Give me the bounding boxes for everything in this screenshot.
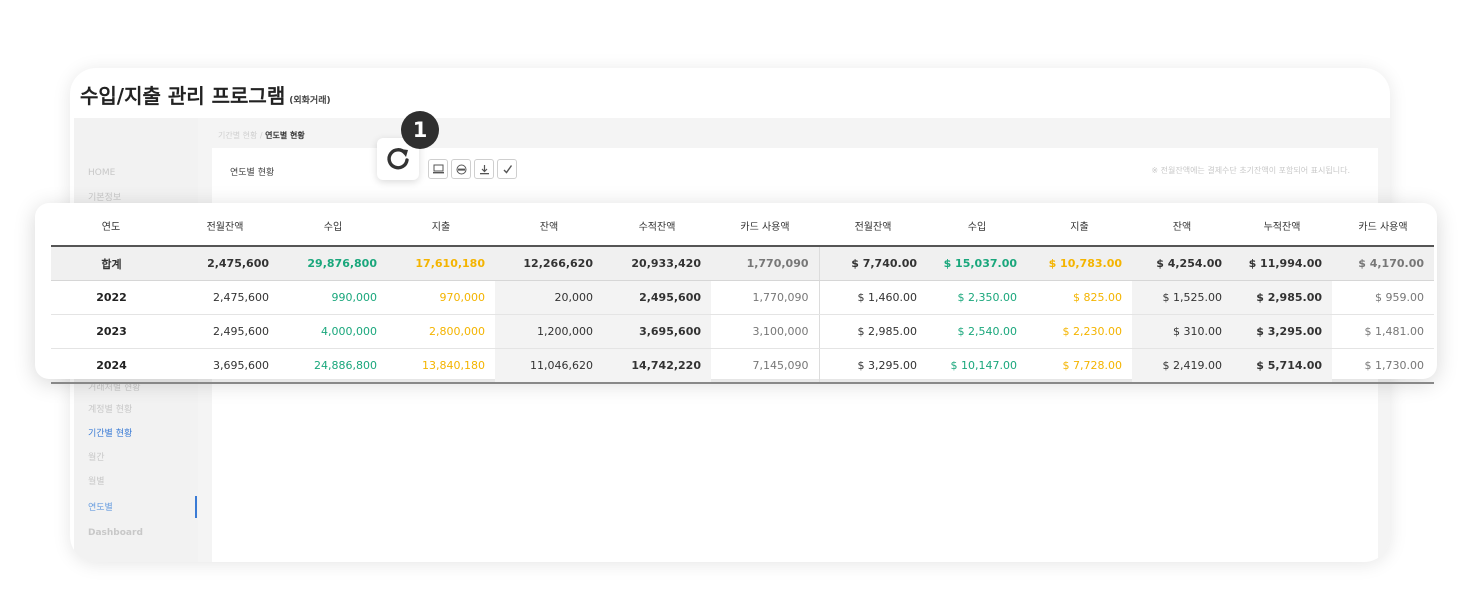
table-row: 2022 2,475,600 990,000 970,000 20,000 2,… [51,280,1434,315]
column-header: 지출 [387,206,495,247]
table-cell: $ 959.00 [1332,280,1434,315]
table-cell: $ 3,295.00 [1232,314,1332,349]
column-header: 전월잔액 [171,206,279,247]
sidebar-item-home[interactable]: HOME [88,168,115,178]
table-cell: 20,933,420 [603,246,711,281]
table-cell: $ 4,170.00 [1332,246,1434,281]
table-cell: 29,876,800 [279,246,387,281]
table-cell: $ 7,740.00 [818,246,927,281]
table-cell: $ 10,783.00 [1027,246,1132,281]
table-cell: 970,000 [387,280,495,315]
table-cell: 4,000,000 [279,314,387,349]
table-cell: $ 4,254.00 [1132,246,1232,281]
table-cell: $ 11,994.00 [1232,246,1332,281]
table-cell: $ 2,419.00 [1132,348,1232,384]
table-cell: 13,840,180 [387,348,495,384]
monitor-icon[interactable] [428,159,448,179]
table-row: 2024 3,695,600 24,886,800 13,840,180 11,… [51,348,1434,384]
table-cell: $ 1,730.00 [1332,348,1434,384]
column-header: 누적잔액 [1232,206,1332,247]
table-cell: 2,475,600 [171,280,279,315]
sidebar-item-monthly[interactable]: 월간 [88,450,105,463]
sidebar-item-period-status[interactable]: 기간별 현황 [88,426,132,439]
table-cell: 2,475,600 [171,246,279,281]
column-header: 잔액 [1132,206,1232,247]
table-cell: 990,000 [279,280,387,315]
table-cell: 1,770,090 [711,280,819,315]
breadcrumb-parent[interactable]: 기간별 현황 / [218,131,263,140]
table-cell: $ 7,728.00 [1027,348,1132,384]
column-header: 연도 [51,206,171,247]
table-row: 2023 2,495,600 4,000,000 2,800,000 1,200… [51,314,1434,349]
sidebar-item-yearly[interactable]: 연도별 [88,500,113,513]
table-cell: 14,742,220 [603,348,711,384]
table-cell: $ 1,525.00 [1132,280,1232,315]
column-header: 카드 사용액 [1332,206,1434,247]
table-cell: $ 5,714.00 [1232,348,1332,384]
print-icon[interactable] [451,159,471,179]
table-cell: $ 1,481.00 [1332,314,1434,349]
refresh-icon [387,148,409,170]
table-cell: 1,200,000 [495,314,603,349]
table-cell: $ 2,540.00 [927,314,1027,349]
table-cell: $ 10,147.00 [927,348,1027,384]
table-cell-year: 2024 [51,348,171,384]
active-indicator [195,496,197,518]
column-header: 지출 [1027,206,1132,247]
table-cell: $ 2,230.00 [1027,314,1132,349]
table-cell: 24,886,800 [279,348,387,384]
toolbar [428,158,517,180]
column-header: 카드 사용액 [711,206,819,247]
table-cell: 2,800,000 [387,314,495,349]
table-row-total: 합계 2,475,600 29,876,800 17,610,180 12,26… [51,246,1434,281]
table-cell: $ 1,460.00 [818,280,927,315]
app-subtitle: (외화거래) [289,96,331,106]
sidebar-item-account-status[interactable]: 계정별 현황 [88,402,132,415]
panel-title: 연도별 현황 [230,168,275,178]
app-title-text: 수입/지출 관리 프로그램 [80,84,286,108]
table-cell: 2,495,600 [603,280,711,315]
breadcrumb-current: 연도별 현황 [265,131,305,140]
app-title: 수입/지출 관리 프로그램 (외화거래) [80,80,331,109]
table-cell: 7,145,090 [711,348,819,384]
notice-text: ※ 전월잔액에는 결제수단 초기잔액이 포함되어 표시됩니다. [1151,166,1350,175]
sidebar-item-basic-info[interactable]: 기본정보 [88,190,121,203]
table-cell: 20,000 [495,280,603,315]
breadcrumb: 기간별 현황 / 연도별 현황 [218,130,305,141]
yearly-summary-table: 연도 전월잔액 수입 지출 잔액 수적잔액 카드 사용액 전월잔액 수입 지출 … [51,206,1434,384]
table-cell: 12,266,620 [495,246,603,281]
table-cell: 17,610,180 [387,246,495,281]
column-header: 수입 [279,206,387,247]
column-header: 잔액 [495,206,603,247]
table-cell: $ 2,985.00 [818,314,927,349]
table-cell: $ 310.00 [1132,314,1232,349]
yearly-table-card: 연도 전월잔액 수입 지출 잔액 수적잔액 카드 사용액 전월잔액 수입 지출 … [35,203,1437,384]
column-header: 전월잔액 [819,206,927,247]
table-cell-year: 2023 [51,314,171,349]
sidebar-item-dashboard[interactable]: Dashboard [88,528,143,538]
table-cell: 3,695,600 [603,314,711,349]
table-cell-year: 합계 [51,246,171,281]
column-header: 수입 [927,206,1027,247]
table-cell: 1,770,090 [711,246,819,281]
table-cell: $ 2,350.00 [927,280,1027,315]
table-cell: $ 3,295.00 [818,348,927,384]
check-icon[interactable] [497,159,517,179]
table-cell: $ 825.00 [1027,280,1132,315]
sidebar-item-by-month[interactable]: 월별 [88,474,105,487]
column-header: 수적잔액 [603,206,711,247]
table-cell: 11,046,620 [495,348,603,384]
table-cell-year: 2022 [51,280,171,315]
download-icon[interactable] [474,159,494,179]
table-header-row: 연도 전월잔액 수입 지출 잔액 수적잔액 카드 사용액 전월잔액 수입 지출 … [51,206,1434,247]
table-cell: 2,495,600 [171,314,279,349]
step-callout-badge: 1 [401,111,439,149]
table-cell: $ 15,037.00 [927,246,1027,281]
table-cell: $ 2,985.00 [1232,280,1332,315]
table-cell: 3,100,000 [711,314,819,349]
table-cell: 3,695,600 [171,348,279,384]
